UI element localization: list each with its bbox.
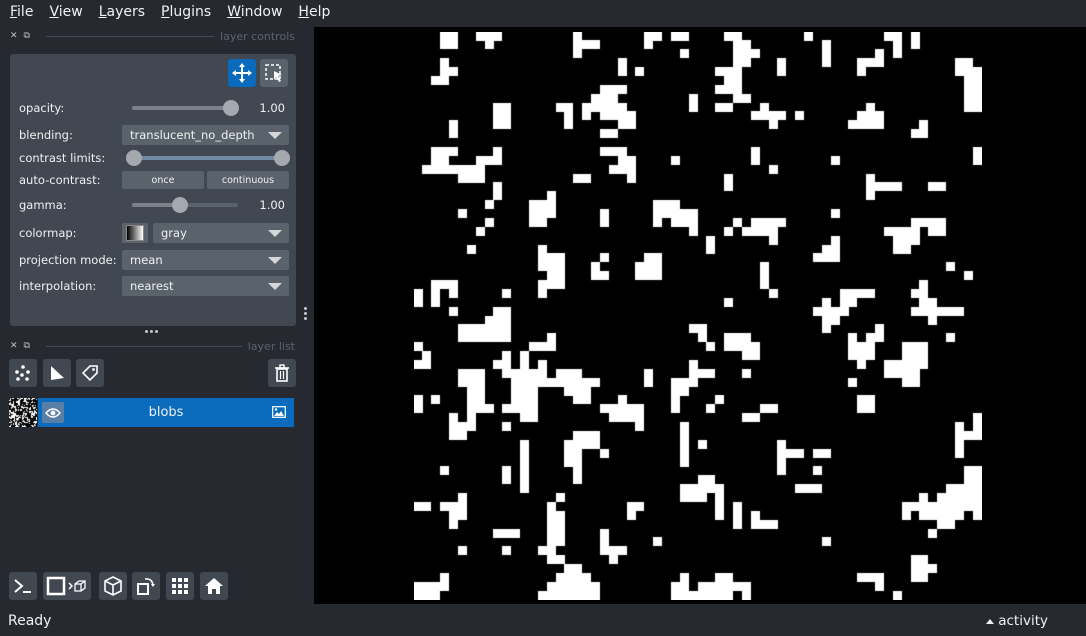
- contrast-high-handle[interactable]: [274, 150, 290, 166]
- gamma-slider-handle[interactable]: [172, 197, 188, 213]
- chevron-down-icon: [268, 256, 282, 264]
- delete-layer-button[interactable]: [268, 359, 296, 387]
- menu-layers[interactable]: Layers: [89, 4, 145, 20]
- colormap-row: colormap: gray: [19, 222, 291, 244]
- close-panel-icon[interactable]: ✕: [10, 31, 18, 41]
- opacity-slider[interactable]: [132, 100, 239, 116]
- blending-label: blending:: [19, 128, 73, 142]
- move-arrows-icon: [232, 63, 252, 83]
- interpolation-value: nearest: [130, 279, 174, 293]
- status-text: Ready: [8, 613, 52, 629]
- ndisplay-toggle-button[interactable]: [43, 572, 91, 600]
- layer-item-blobs[interactable]: blobs: [38, 398, 294, 427]
- splitter-handle-vertical[interactable]: [304, 307, 307, 320]
- terminal-icon: [14, 579, 31, 593]
- new-labels-layer-button[interactable]: [76, 359, 104, 387]
- interpolation-label: interpolation:: [19, 279, 97, 293]
- transpose-dims-button[interactable]: [132, 572, 160, 600]
- gamma-label: gamma:: [19, 198, 67, 212]
- layer-controls-title: layer controls: [220, 29, 295, 43]
- activity-label: activity: [998, 613, 1048, 629]
- opacity-value: 1.00: [259, 101, 285, 115]
- menu-bar: File View Layers Plugins Window Help: [0, 0, 1086, 24]
- auto-contrast-once-button[interactable]: once: [122, 171, 204, 189]
- close-panel-icon[interactable]: ✕: [10, 341, 18, 351]
- reset-view-button[interactable]: [200, 572, 228, 600]
- status-bar: Ready activity: [0, 606, 1086, 636]
- contrast-limits-row: contrast limits:: [19, 147, 291, 169]
- layer-controls-header: ✕ ⧉ layer controls: [10, 29, 295, 43]
- gamma-slider[interactable]: [132, 197, 238, 213]
- transform-select-icon: [265, 64, 282, 82]
- projection-mode-value: mean: [130, 253, 163, 267]
- home-icon: [205, 578, 223, 594]
- colormap-swatch[interactable]: [122, 223, 148, 243]
- chevron-down-icon: [268, 131, 282, 139]
- auto-contrast-row: auto-contrast: once continuous: [19, 169, 291, 191]
- opacity-row: opacity: 1.00: [19, 97, 291, 119]
- blending-select[interactable]: translucent_no_depth: [122, 125, 289, 145]
- opacity-label: opacity:: [19, 101, 65, 115]
- menu-file[interactable]: File: [0, 4, 33, 20]
- contrast-limits-label: contrast limits:: [19, 151, 106, 165]
- blending-row: blending: translucent_no_depth: [19, 124, 291, 146]
- new-shapes-layer-button[interactable]: [43, 359, 71, 387]
- gamma-row: gamma: 1.00: [19, 194, 291, 216]
- menu-help[interactable]: Help: [288, 4, 330, 20]
- shapes-icon: [51, 366, 64, 380]
- gradient-icon: [126, 225, 144, 241]
- layer-list-header: ✕ ⧉ layer list: [10, 339, 295, 353]
- colormap-value: gray: [161, 226, 187, 240]
- layer-thumbnail: [9, 398, 37, 427]
- menu-window[interactable]: Window: [217, 4, 282, 20]
- trash-icon: [275, 364, 289, 382]
- contrast-limits-slider[interactable]: [126, 150, 290, 166]
- grid-view-button[interactable]: [166, 572, 194, 600]
- interpolation-row: interpolation: nearest: [19, 275, 291, 297]
- blending-value: translucent_no_depth: [130, 128, 255, 142]
- rotate-icon: [137, 578, 155, 595]
- roll-dims-button[interactable]: [99, 572, 127, 600]
- tag-icon: [81, 365, 98, 382]
- interpolation-select[interactable]: nearest: [122, 276, 289, 296]
- projection-mode-select[interactable]: mean: [122, 250, 289, 270]
- projection-mode-label: projection mode:: [19, 253, 117, 267]
- colormap-select[interactable]: gray: [153, 223, 289, 243]
- colormap-label: colormap:: [19, 226, 77, 240]
- chevron-down-icon: [268, 282, 282, 290]
- activity-button[interactable]: activity: [986, 613, 1048, 629]
- menu-view[interactable]: View: [39, 4, 82, 20]
- image-layer-icon: [272, 406, 286, 418]
- layer-thumbnail-image: [9, 398, 37, 427]
- caret-up-icon: [986, 618, 995, 624]
- blobs-image[interactable]: [414, 32, 982, 600]
- splitter-handle-horizontal[interactable]: [145, 330, 158, 333]
- cube-icon: [104, 576, 122, 596]
- transform-button[interactable]: [260, 59, 288, 87]
- auto-contrast-continuous-button[interactable]: continuous: [207, 171, 289, 189]
- square-to-cube-icon: [46, 576, 86, 596]
- points-icon: [15, 365, 30, 381]
- float-panel-icon[interactable]: ⧉: [24, 341, 30, 351]
- grid-icon: [172, 578, 188, 594]
- chevron-down-icon: [268, 229, 282, 237]
- pan-zoom-button[interactable]: [228, 59, 256, 87]
- opacity-slider-handle[interactable]: [223, 100, 239, 116]
- console-button[interactable]: [9, 572, 37, 600]
- layer-list-title: layer list: [247, 339, 295, 353]
- projection-mode-row: projection mode: mean: [19, 249, 291, 271]
- menu-plugins[interactable]: Plugins: [151, 4, 211, 20]
- layer-controls-panel: opacity: 1.00 blending: translucent_no_d…: [10, 54, 296, 326]
- gamma-value: 1.00: [259, 198, 285, 212]
- auto-contrast-label: auto-contrast:: [19, 173, 101, 187]
- new-points-layer-button[interactable]: [9, 359, 37, 387]
- float-panel-icon[interactable]: ⧉: [24, 31, 30, 41]
- contrast-low-handle[interactable]: [126, 150, 142, 166]
- layer-name: blobs: [148, 405, 184, 420]
